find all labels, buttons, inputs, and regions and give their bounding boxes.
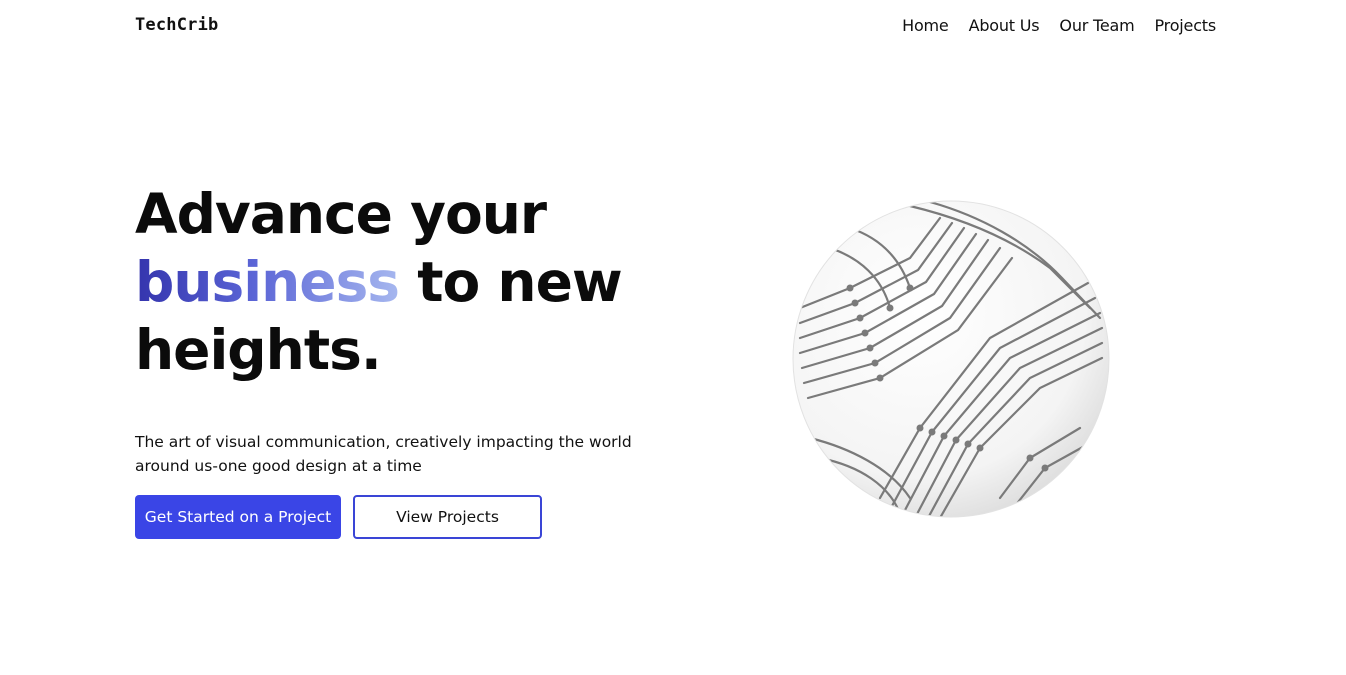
- site-header: TechCrib Home About Us Our Team Projects: [135, 12, 1216, 38]
- hero-title-line-3: heights.: [135, 318, 382, 382]
- hero-actions: Get Started on a Project View Projects: [135, 495, 542, 539]
- nav-about-us[interactable]: About Us: [969, 16, 1040, 35]
- logo[interactable]: TechCrib: [135, 15, 218, 35]
- hero-title: Advance your business to new heights.: [135, 180, 623, 384]
- hero-highlight: business: [135, 250, 400, 314]
- nav-home[interactable]: Home: [902, 16, 949, 35]
- main-nav: Home About Us Our Team Projects: [902, 16, 1216, 35]
- hero-title-line-2-rest: to new: [399, 250, 623, 314]
- nav-our-team[interactable]: Our Team: [1059, 16, 1134, 35]
- circuit-globe-icon: [792, 200, 1110, 518]
- view-projects-button[interactable]: View Projects: [353, 495, 542, 539]
- hero-title-line-2: business to new: [135, 248, 623, 316]
- landing-page: TechCrib Home About Us Our Team Projects…: [0, 0, 1346, 675]
- hero-title-line-1: Advance your: [135, 182, 547, 246]
- nav-projects[interactable]: Projects: [1155, 16, 1217, 35]
- hero-subtitle: The art of visual communication, creativ…: [135, 433, 632, 475]
- get-started-button[interactable]: Get Started on a Project: [135, 495, 341, 539]
